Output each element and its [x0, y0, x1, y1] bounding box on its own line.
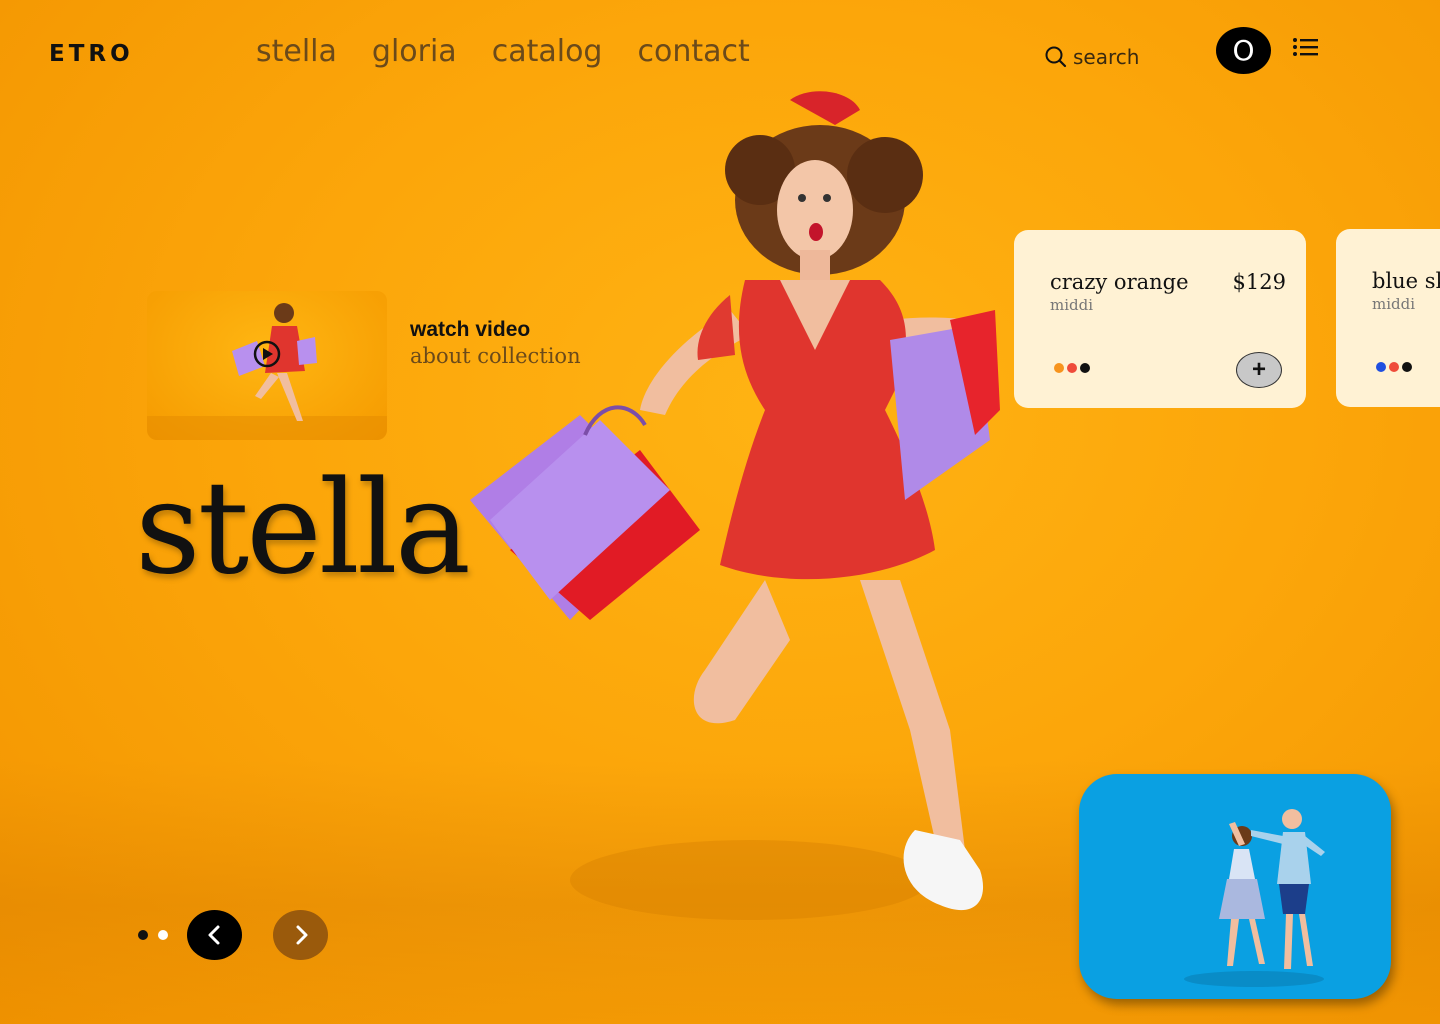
video-thumbnail[interactable] — [147, 291, 387, 440]
hero-headline: stella — [135, 454, 471, 603]
collection-preview-image[interactable] — [1079, 774, 1391, 999]
nav-link-contact[interactable]: contact — [637, 34, 749, 69]
slide-pager — [138, 930, 168, 940]
video-subtitle: about collection — [410, 344, 581, 368]
product-card[interactable]: blue sk middi — [1336, 229, 1440, 407]
dancing-couple-image — [1184, 809, 1325, 987]
add-to-cart-button[interactable]: + — [1236, 352, 1282, 388]
color-swatch-red[interactable] — [1067, 363, 1077, 373]
product-name: blue sk — [1372, 269, 1440, 293]
color-options — [1054, 363, 1090, 373]
product-type: middi — [1050, 296, 1094, 314]
color-swatch-black[interactable] — [1080, 363, 1090, 373]
nav-link-gloria[interactable]: gloria — [372, 34, 457, 69]
color-options — [1376, 362, 1412, 372]
search-button[interactable]: search — [1045, 45, 1139, 69]
product-price: $129 — [1232, 270, 1286, 294]
hero-image — [470, 91, 1000, 920]
search-label: search — [1073, 45, 1140, 69]
brand-logo[interactable]: ETRO — [49, 41, 134, 67]
nav-link-catalog[interactable]: catalog — [492, 34, 603, 69]
color-swatch-blue[interactable] — [1376, 362, 1386, 372]
landing-page: ETRO stella gloria catalog contact searc… — [0, 0, 1440, 1024]
next-slide-button[interactable] — [273, 910, 328, 960]
pager-dot-active[interactable] — [138, 930, 148, 940]
color-swatch-orange[interactable] — [1054, 363, 1064, 373]
prev-slide-button[interactable] — [187, 910, 242, 960]
list-menu-icon[interactable] — [1292, 37, 1320, 59]
search-icon — [1045, 46, 1067, 68]
product-name: crazy orange — [1050, 270, 1189, 294]
product-type: middi — [1372, 295, 1416, 313]
video-preview-image — [147, 303, 387, 440]
chevron-left-icon — [208, 925, 219, 945]
product-card[interactable]: crazy orange middi $129 + — [1014, 230, 1306, 408]
nav-link-stella[interactable]: stella — [256, 34, 337, 69]
color-swatch-red[interactable] — [1389, 362, 1399, 372]
chevron-right-icon — [296, 925, 307, 945]
main-nav: stella gloria catalog contact — [256, 34, 750, 69]
user-avatar[interactable]: O — [1216, 27, 1271, 74]
pager-dot[interactable] — [158, 930, 168, 940]
video-title[interactable]: watch video — [410, 318, 530, 342]
color-swatch-black[interactable] — [1402, 362, 1412, 372]
